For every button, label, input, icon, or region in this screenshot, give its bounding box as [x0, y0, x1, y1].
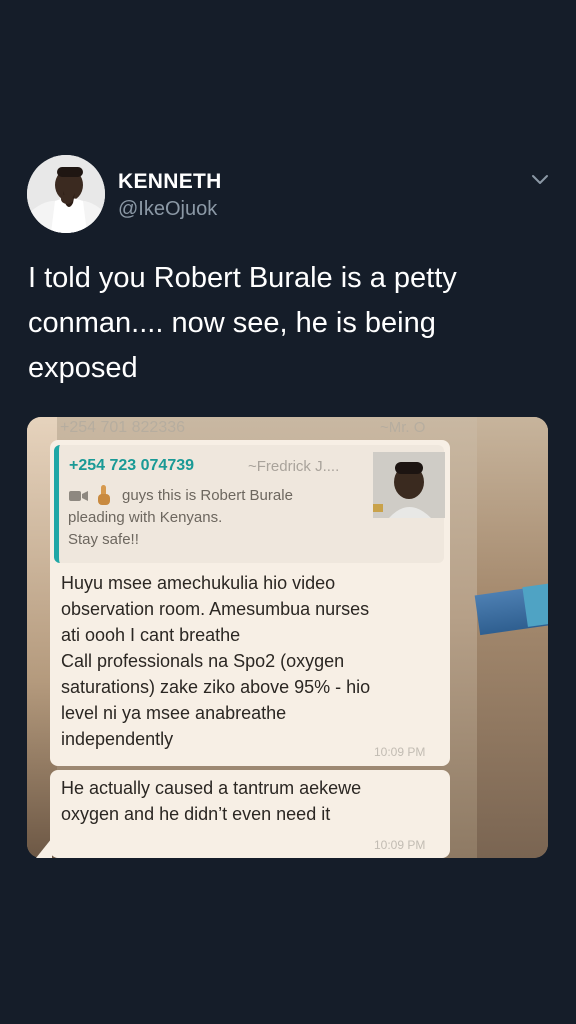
message-line: saturations) zake ziko above 95% - hio: [61, 677, 371, 697]
message-timestamp: 10:09 PM: [374, 745, 426, 759]
video-thumbnail-image: [373, 452, 445, 518]
message-timestamp: 10:09 PM: [374, 838, 426, 852]
caption-line: pleading with Kenyans.: [68, 509, 223, 526]
photo-background: [477, 417, 548, 858]
bubble-tail: [36, 838, 52, 858]
tweet-text: I told you Robert Burale is a petty conm…: [28, 262, 457, 384]
chevron-down-icon[interactable]: [530, 172, 550, 186]
message-line: ati oooh I cant breathe: [61, 625, 241, 645]
message-line: level ni ya msee anabreathe: [61, 703, 287, 723]
user-handle[interactable]: @IkeOjuok: [118, 198, 217, 221]
tweet-page: KENNETH @IkeOjuok I told you Robert Bura…: [0, 0, 576, 1024]
photo-background: [522, 583, 548, 627]
chat-sender: +254 701 822336: [60, 419, 186, 436]
display-name[interactable]: KENNETH: [118, 170, 222, 194]
quoted-caption: guys this is Robert Burale pleading with…: [68, 485, 368, 551]
quoted-sender-alias: ~Fredrick J....: [248, 458, 340, 475]
message-line: Huyu msee amechukulia hio video: [61, 573, 336, 593]
avatar[interactable]: [27, 155, 105, 233]
message-line: He actually caused a tantrum aekewe: [61, 778, 362, 798]
quoted-sender: +254 723 074739: [69, 457, 195, 474]
chat-sender-alias: ~Mr. O: [380, 419, 426, 436]
message-text: Huyu msee amechukulia hio video observat…: [61, 570, 441, 752]
avatar-photo: [27, 155, 105, 233]
message-line: Call professionals na Spo2 (oxygen: [61, 651, 345, 671]
message-line: observation room. Amesumbua nurses: [61, 599, 370, 619]
caption-line: Stay safe!!: [68, 531, 139, 548]
caption-line: guys this is Robert Burale: [122, 487, 293, 504]
video-thumbnail: [373, 452, 445, 518]
message-text: He actually caused a tantrum aekewe oxyg…: [61, 775, 441, 827]
message-line: oxygen and he didn’t even need it: [61, 804, 331, 824]
